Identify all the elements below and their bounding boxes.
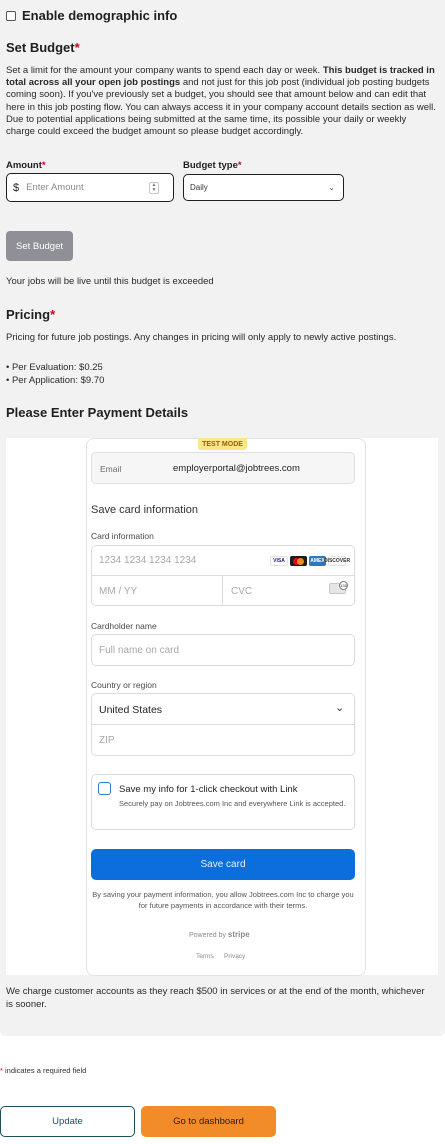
- expiry-input[interactable]: MM / YY: [99, 586, 137, 597]
- pricing-heading-text: Pricing: [6, 307, 51, 322]
- link-save-title: Save my info for 1-click checkout with L…: [119, 784, 298, 795]
- cardholder-label: Cardholder name: [91, 621, 157, 631]
- charge-note: We charge customer accounts as they reac…: [6, 986, 425, 1010]
- amount-placeholder: Enter Amount: [26, 182, 84, 193]
- update-button[interactable]: Update: [0, 1106, 135, 1137]
- budget-type-select[interactable]: Daily ⌄: [183, 174, 344, 201]
- demographic-checkbox[interactable]: [6, 10, 16, 21]
- discover-icon: DISCOVER: [323, 556, 351, 566]
- currency-symbol: $: [13, 181, 20, 194]
- link-save-subtitle: Securely pay on Jobtrees.com Inc and eve…: [119, 799, 346, 808]
- powered-by-stripe[interactable]: Powered by stripe: [189, 930, 250, 939]
- terms-link[interactable]: Terms: [196, 953, 214, 960]
- zip-input[interactable]: ZIP: [99, 735, 115, 746]
- required-mark: *: [237, 160, 242, 171]
- go-to-dashboard-button[interactable]: Go to dashboard: [141, 1106, 276, 1137]
- divider: [92, 575, 354, 576]
- email-label: Email: [100, 464, 122, 474]
- card-info-label: Card information: [91, 531, 154, 541]
- divider: [92, 724, 354, 725]
- country-label: Country or region: [91, 680, 157, 690]
- amount-input[interactable]: $ Enter Amount ▲ ▼: [6, 173, 174, 202]
- budget-heading-text: Set Budget: [6, 40, 75, 55]
- number-spinner-icon[interactable]: ▲ ▼: [149, 181, 159, 194]
- set-budget-button[interactable]: Set Budget: [6, 231, 73, 261]
- divider: [222, 576, 223, 606]
- cardholder-placeholder: Full name on card: [99, 645, 180, 656]
- required-note-text: indicates a required field: [2, 1066, 87, 1075]
- email-value: employerportal@jobtrees.com: [173, 463, 300, 474]
- card-number-input[interactable]: 1234 1234 1234 1234: [99, 555, 196, 566]
- cvc-input[interactable]: CVC: [231, 586, 252, 597]
- stripe-logo: stripe: [227, 930, 250, 939]
- save-card-button[interactable]: Save card: [91, 849, 355, 880]
- demographic-toggle[interactable]: Enable demographic info: [6, 8, 177, 23]
- required-mark: *: [74, 40, 80, 55]
- budget-description: Set a limit for the amount your company …: [6, 65, 436, 138]
- test-mode-badge: TEST MODE: [198, 438, 247, 450]
- cvc-card-icon: 135: [329, 581, 348, 594]
- powered-by-text: Powered by: [189, 932, 226, 939]
- mastercard-icon: [290, 556, 307, 566]
- pricing-item-evaluation: • Per Evaluation: $0.25: [6, 362, 103, 373]
- budget-type-value: Daily: [190, 183, 208, 192]
- demographic-label: Enable demographic info: [22, 8, 178, 23]
- chevron-down-icon[interactable]: ⌄: [335, 701, 344, 714]
- cvc-number: 135: [339, 581, 348, 590]
- required-mark: *: [50, 307, 56, 322]
- country-select[interactable]: United States: [99, 704, 162, 716]
- payment-heading: Please Enter Payment Details: [6, 405, 189, 420]
- budget-desc-text: Set a limit for the amount your company …: [6, 65, 323, 76]
- pricing-heading: Pricing*: [6, 307, 55, 322]
- amount-label-text: Amount: [6, 160, 42, 171]
- save-card-info-title: Save card information: [91, 504, 198, 516]
- link-save-checkbox[interactable]: [98, 782, 111, 795]
- budget-type-label: Budget type*: [183, 160, 242, 171]
- pricing-description: Pricing for future job postings. Any cha…: [6, 332, 397, 343]
- consent-text: By saving your payment information, you …: [92, 890, 354, 910]
- amount-label: Amount*: [6, 160, 46, 171]
- required-field-note: * indicates a required field: [0, 1066, 86, 1075]
- visa-icon: VISA: [270, 556, 288, 566]
- budget-type-label-text: Budget type: [183, 160, 238, 171]
- required-mark: *: [41, 160, 46, 171]
- budget-heading: Set Budget*: [6, 40, 80, 55]
- chevron-down-icon: ⌄: [328, 183, 335, 192]
- pricing-item-application: • Per Application: $9.70: [6, 375, 105, 386]
- budget-live-note: Your jobs will be live until this budget…: [6, 276, 214, 287]
- privacy-link[interactable]: Privacy: [224, 953, 245, 960]
